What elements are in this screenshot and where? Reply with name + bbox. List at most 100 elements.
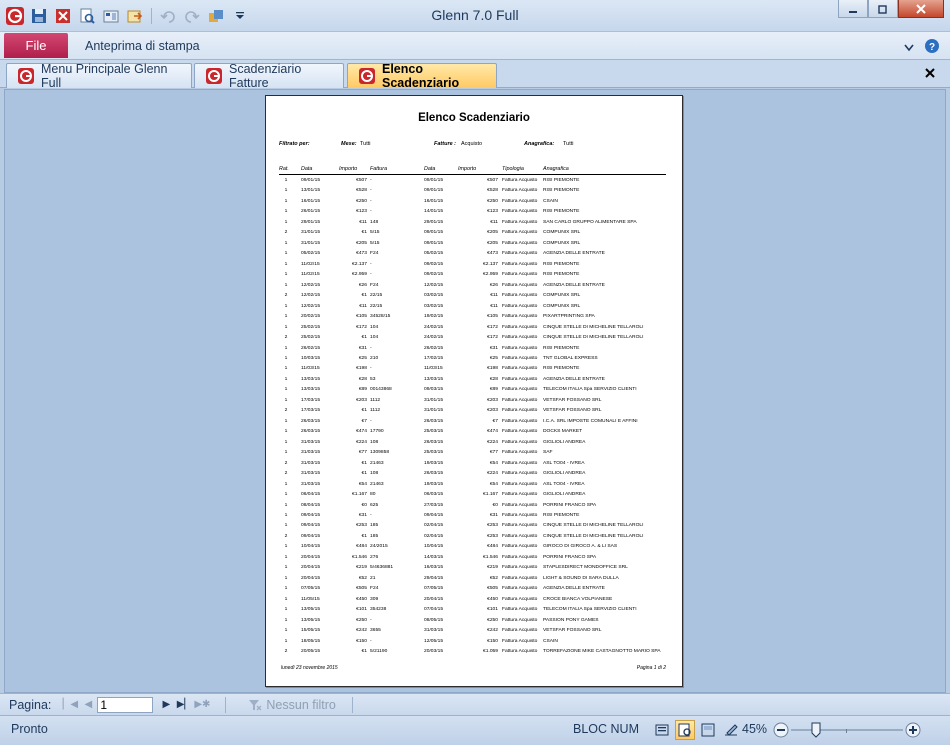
report-cell: 10/04/15: [424, 544, 444, 550]
last-page-icon[interactable]: ▶▏: [175, 696, 193, 714]
report-cell: €1.167: [483, 492, 498, 498]
report-cell: 09/01/15: [301, 178, 321, 183]
zoom-in-icon[interactable]: [905, 722, 921, 738]
ribbon-collapse-icon[interactable]: [904, 41, 914, 55]
report-row: 1 13/03/15 €28 53 13/03/15 €28 Fattura Acquist…: [279, 375, 666, 385]
report-cell: PASSION PONY GAMES: [543, 617, 599, 623]
report-cell: €0: [492, 502, 498, 508]
page-number-input[interactable]: [97, 696, 154, 713]
report-cell: CINQUE STELLE DI MICHELINE TELLAROLI: [543, 533, 644, 539]
report-cell: GIGLIOLI ANDREA: [543, 439, 586, 445]
report-cell: 5/21190: [370, 649, 388, 655]
report-cell: €242: [356, 628, 367, 634]
form-view-icon[interactable]: [652, 720, 672, 740]
design-view-icon[interactable]: [721, 720, 741, 740]
report-cell: 1: [284, 575, 288, 581]
report-cell: 12/05/15: [424, 638, 444, 644]
report-cell: 09/01/15: [424, 178, 444, 183]
report-cell: 17/02/15: [424, 355, 444, 361]
report-cell: I.C.A. SRL IMPOSTE COMUNALI E AFFINI: [543, 418, 638, 424]
report-cell: 24/02/15: [424, 324, 444, 330]
report-cell: €219: [356, 565, 367, 571]
report-cell: -: [370, 261, 372, 267]
report-cell: 08/05/15: [424, 617, 444, 623]
first-page-icon[interactable]: ▏◀: [61, 696, 79, 714]
report-cell: 2: [284, 533, 288, 539]
report-cell: 26/03/15: [424, 418, 444, 424]
report-cell: €219: [487, 565, 498, 571]
zoom-slider-thumb[interactable]: [811, 722, 821, 738]
file-tab[interactable]: File: [4, 33, 68, 58]
report-cell: TELECOM ITALIA Spa SERVIZIO CLIENTI: [543, 607, 637, 613]
report-cell: €1.546: [483, 554, 498, 560]
report-page: Elenco Scadenziario Filtrato per: Mese: …: [265, 95, 683, 687]
report-cell: 05/02/15: [301, 251, 321, 257]
restore-icon[interactable]: [868, 0, 898, 18]
report-cell: RISI PIEMONTE: [543, 178, 580, 183]
report-cell: 11/02/15: [301, 272, 320, 278]
report-cell: 1: [284, 251, 288, 257]
glenn-logo-icon: [17, 67, 35, 85]
report-cell: Fattura Acquisto: [502, 261, 538, 267]
report-footer-date: lunedì 23 novembre 2015: [281, 665, 338, 671]
no-filter-button[interactable]: Nessun filtro: [248, 698, 336, 712]
report-cell: €52: [489, 575, 498, 581]
report-cell: €77: [358, 450, 367, 456]
report-row: 1 09/04/15 €253 185 02/04/15 €253 Fattura Acqu…: [279, 521, 666, 531]
report-cell: 1: [284, 198, 288, 204]
print-preview-view-icon[interactable]: [675, 720, 695, 740]
report-cell: €250: [487, 617, 498, 623]
report-row: 1 20/04/15 €219 5/4636881 16/03/15 €219 Fattur…: [279, 563, 666, 573]
report-cell: €250: [356, 198, 367, 204]
report-cell: PIXARTPRINTING SPA: [543, 314, 595, 320]
zoom-out-icon[interactable]: [773, 722, 789, 738]
tab-scadenziario-fatture[interactable]: Scadenziario Fatture: [194, 62, 344, 90]
report-cell: 20/05/15: [301, 649, 321, 655]
close-tab-icon[interactable]: [924, 67, 936, 82]
report-cell: 104: [370, 324, 379, 330]
report-cell: Fattura Acquisto: [502, 492, 538, 498]
report-cell: 16/03/15: [424, 565, 444, 571]
report-row: 1 15/05/15 €242 3655 31/03/15 €242 Fattura Acq…: [279, 626, 666, 636]
next-page-icon[interactable]: ▶: [157, 696, 175, 714]
tab-elenco-scadenziario[interactable]: Elenco Scadenziario: [347, 62, 497, 90]
previous-page-icon[interactable]: ◀: [79, 696, 97, 714]
report-cell: 1: [284, 450, 288, 456]
report-cell: PORRINI FRANCO SPA: [543, 554, 597, 560]
navbar-separator: [351, 696, 353, 713]
report-cell: €101: [487, 607, 498, 613]
report-cell: Fattura Acquisto: [502, 544, 538, 550]
report-cell: Fattura Acquisto: [502, 596, 538, 602]
status-bar: Pronto BLOC NUM 45%: [0, 715, 950, 745]
report-cell: 31/03/15: [301, 439, 321, 445]
col-data-fattura: Data: [424, 166, 436, 172]
report-cell: Fattura Acquisto: [502, 502, 538, 508]
tab-print-preview[interactable]: Anteprima di stampa: [85, 39, 200, 53]
report-cell: 1: [284, 209, 288, 215]
tab-menu-principale[interactable]: Menu Principale Glenn Full: [6, 62, 192, 90]
report-cell: 12/02/15: [424, 282, 444, 288]
glenn-logo-icon: [358, 67, 376, 85]
invoices-label: Fatture :: [434, 141, 456, 147]
report-cell: 1: [284, 586, 288, 592]
report-cell: ASL TO04 - IVREA: [543, 481, 585, 487]
new-page-icon[interactable]: ▶✱: [193, 696, 211, 714]
report-cell: 20/04/15: [301, 565, 321, 571]
report-cell: €25: [358, 355, 367, 361]
report-cell: DOCKS MARKET: [543, 429, 583, 435]
layout-view-icon[interactable]: [698, 720, 718, 740]
report-cell: ASL TO04 - IVREA: [543, 460, 585, 466]
report-cell: TORREFAZIONE MIKE CASTAGNOTTO MARIO SPA: [543, 649, 661, 655]
report-cell: 12/02/15: [301, 293, 321, 299]
record-navigation-bar: Pagina: ▏◀ ◀ ▶ ▶▏ ▶✱ Nessun filtro: [0, 693, 950, 715]
report-cell: 21: [370, 575, 376, 581]
report-cell: 1: [284, 261, 288, 267]
help-icon[interactable]: ?: [924, 38, 940, 57]
report-cell: €473: [487, 251, 498, 257]
report-cell: €11: [359, 219, 367, 225]
close-window-icon[interactable]: [898, 0, 944, 18]
col-fattura: Fattura: [370, 166, 388, 172]
preview-area[interactable]: Elenco Scadenziario Filtrato per: Mese: …: [4, 89, 946, 693]
minimize-icon[interactable]: [838, 0, 868, 18]
report-row: 1 26/02/15 €31-26/02/15 €31 Fattura Acquisto…: [279, 344, 666, 354]
